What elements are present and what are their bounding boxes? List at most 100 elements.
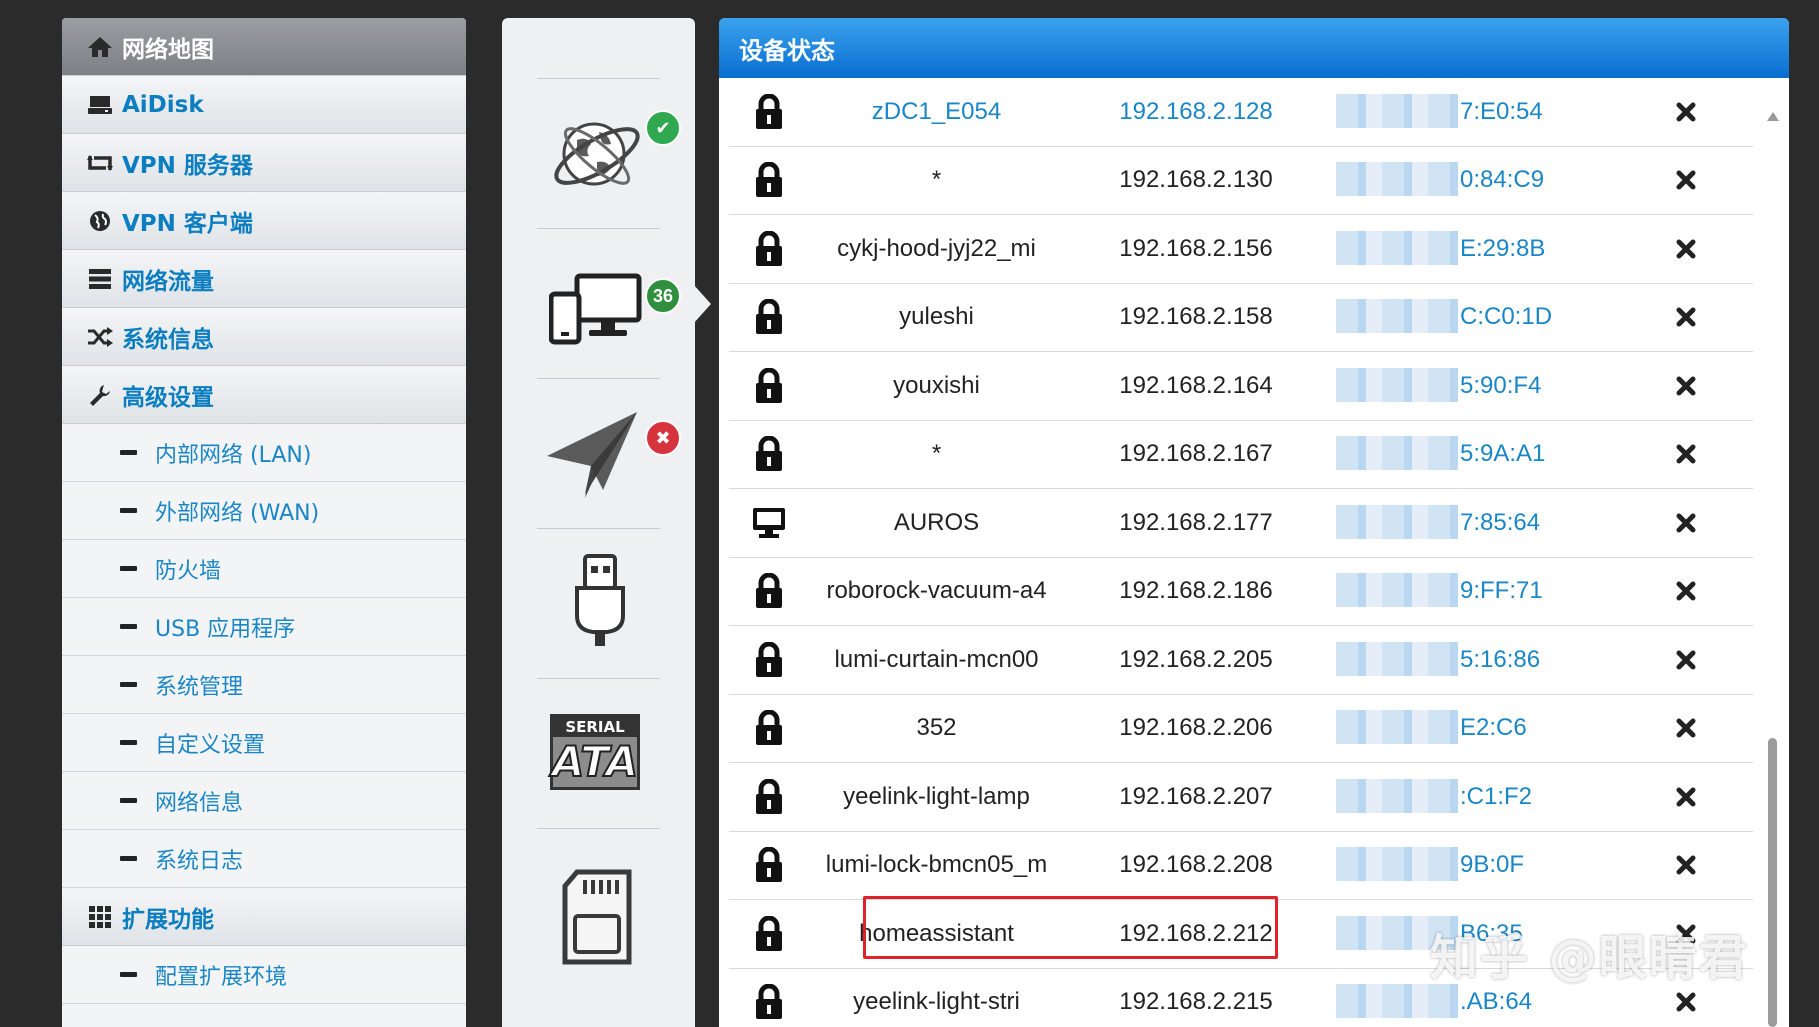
remove-device-icon[interactable] (1618, 307, 1753, 327)
sidebar-subitem-label: 系统管理 (155, 674, 244, 700)
table-row[interactable]: * 192.168.2.167 5:9A:A1 (729, 421, 1753, 489)
table-row[interactable]: zDC1_E054 192.168.2.128 7:E0:54 (729, 78, 1753, 147)
sidebar-subitem-label: 配置扩展环境 (155, 964, 288, 990)
device-list: zDC1_E054 192.168.2.128 7:E0:54 * 192.168.2.… (729, 78, 1753, 1027)
sidebar-item-extensions[interactable]: 扩展功能 (62, 888, 466, 946)
table-row[interactable]: youxishi 192.168.2.164 5:90:F4 (729, 352, 1753, 421)
device-ip: 192.168.2.208 (1119, 851, 1273, 879)
sidebar-item-aidisk[interactable]: AiDisk (62, 76, 466, 134)
device-mac[interactable]: 9B:0F (1328, 847, 1618, 882)
scroll-thumb[interactable] (1768, 738, 1777, 1027)
sidebar-item-system-info[interactable]: 系统信息 (62, 308, 466, 366)
sidebar-subitem-label: 防火墙 (155, 558, 222, 584)
sidebar-subitem-firewall[interactable]: 防火墙 (62, 540, 466, 598)
scroll-up-arrow[interactable] (1767, 112, 1779, 121)
status-pointer (693, 284, 711, 324)
highlight-box (863, 896, 1278, 959)
sidebar-subitem-usb-apps[interactable]: USB 应用程序 (62, 598, 466, 656)
device-mac[interactable]: :C1:F2 (1328, 778, 1618, 813)
device-mac[interactable]: 5:9A:A1 (1328, 436, 1618, 471)
table-row[interactable]: AUROS 192.168.2.177 7:85:64 (729, 489, 1753, 558)
device-name: lumi-curtain-mcn00 (834, 645, 1039, 673)
sidebar-subitem-label: 自定义设置 (155, 732, 266, 758)
traffic-icon (80, 268, 120, 290)
status-sata[interactable]: SERIAL ATA (537, 678, 660, 828)
device-ip: 192.168.2.177 (1119, 508, 1273, 536)
device-name: youxishi (893, 371, 980, 399)
sidebar-item-advanced[interactable]: 高级设置 (62, 366, 466, 424)
shuffle-icon (80, 326, 120, 348)
sidebar-subitem-label: 系统日志 (155, 848, 244, 874)
remove-device-icon[interactable] (1618, 650, 1753, 670)
remove-device-icon[interactable] (1618, 102, 1753, 122)
sidebar-item-network-map[interactable]: 网络地图 (62, 18, 466, 76)
lock-icon (729, 915, 809, 952)
mac-text: 0:84:C9 (1460, 166, 1545, 194)
sidebar-subitem-lan[interactable]: 内部网络 (LAN) (62, 424, 466, 482)
device-mac[interactable]: 0:84:C9 (1328, 162, 1618, 197)
sata-line1: SERIAL (553, 717, 637, 737)
device-mac[interactable]: 5:90:F4 (1328, 367, 1618, 402)
device-name[interactable]: zDC1_E054 (809, 98, 1064, 126)
lock-icon (729, 299, 809, 335)
status-vpn[interactable]: ✖ (537, 378, 681, 528)
device-mac[interactable]: E:29:8B (1328, 230, 1618, 265)
table-row[interactable]: lumi-curtain-mcn00 192.168.2.205 5:16:86 (729, 626, 1753, 695)
mac-text: 9B:0F (1460, 851, 1525, 879)
remove-device-icon[interactable] (1618, 170, 1753, 190)
sidebar-subitem-network-info[interactable]: 网络信息 (62, 772, 466, 830)
table-row[interactable]: roborock-vacuum-a4 192.168.2.186 9:FF:71 (729, 558, 1753, 626)
remove-device-icon[interactable] (1618, 855, 1753, 875)
lock-icon (729, 367, 809, 404)
sidebar-item-label: AiDisk (122, 91, 204, 118)
vpn-server-icon (80, 152, 120, 174)
dash-icon (120, 682, 137, 687)
device-ip: 192.168.2.206 (1119, 714, 1273, 742)
table-row[interactable]: cykj-hood-jyj22_mi 192.168.2.156 E:29:8B (729, 215, 1753, 284)
sidebar-subitem-extension-env[interactable]: 配置扩展环境 (62, 946, 466, 1004)
remove-device-icon[interactable] (1618, 513, 1753, 533)
sidebar-subitem-system-log[interactable]: 系统日志 (62, 830, 466, 888)
lock-icon (729, 93, 809, 130)
mac-text: .AB:64 (1460, 988, 1533, 1016)
mac-text: 7:85:64 (1460, 508, 1541, 536)
status-sdcard[interactable] (537, 828, 660, 978)
table-row[interactable]: yuleshi 192.168.2.158 C:C0:1D (729, 284, 1753, 352)
sidebar-item-vpn-server[interactable]: VPN 服务器 (62, 134, 466, 192)
sidebar-item-label: VPN 服务器 (122, 152, 253, 179)
remove-device-icon[interactable] (1618, 992, 1753, 1012)
device-mac[interactable]: 7:85:64 (1328, 504, 1618, 539)
device-mac[interactable]: 5:16:86 (1328, 641, 1618, 676)
remove-device-icon[interactable] (1618, 718, 1753, 738)
table-row[interactable]: lumi-lock-bmcn05_m 192.168.2.208 9B:0F (729, 832, 1753, 900)
sidebar-item-vpn-client[interactable]: VPN 客户端 (62, 192, 466, 250)
sidebar-subitem-wan[interactable]: 外部网络 (WAN) (62, 482, 466, 540)
device-mac[interactable]: C:C0:1D (1328, 299, 1618, 334)
home-icon (80, 35, 120, 59)
globe-icon (80, 209, 120, 233)
status-clients[interactable]: 36 (537, 228, 681, 378)
remove-device-icon[interactable] (1618, 444, 1753, 464)
lock-icon (729, 230, 809, 267)
table-row[interactable]: * 192.168.2.130 0:84:C9 (729, 147, 1753, 215)
remove-device-icon[interactable] (1618, 581, 1753, 601)
sidebar-subitem-administration[interactable]: 系统管理 (62, 656, 466, 714)
scrollbar[interactable] (1765, 80, 1779, 1027)
lock-icon (729, 641, 809, 678)
remove-device-icon[interactable] (1618, 376, 1753, 396)
status-usb[interactable] (537, 528, 660, 678)
sidebar-subitem-customization[interactable]: 自定义设置 (62, 714, 466, 772)
table-row[interactable]: yeelink-light-lamp 192.168.2.207:C1:F2 (729, 763, 1753, 832)
table-row[interactable]: 352 192.168.2.206 E2:C6 (729, 695, 1753, 763)
wrench-icon (80, 383, 120, 407)
status-internet[interactable]: ✔ (537, 78, 681, 228)
status-icon-column: ✔ 36 ✖ SERIAL ATA (502, 18, 695, 1027)
device-mac[interactable]: 9:FF:71 (1328, 573, 1618, 608)
sidebar-subitem-label: 外部网络 (WAN) (155, 500, 320, 526)
remove-device-icon[interactable] (1618, 787, 1753, 807)
device-mac[interactable]: E2:C6 (1328, 710, 1618, 745)
remove-device-icon[interactable] (1618, 239, 1753, 259)
sidebar-item-traffic[interactable]: 网络流量 (62, 250, 466, 308)
device-mac[interactable]: 7:E0:54 (1328, 93, 1618, 128)
device-mac[interactable]: .AB:64 (1328, 984, 1618, 1019)
